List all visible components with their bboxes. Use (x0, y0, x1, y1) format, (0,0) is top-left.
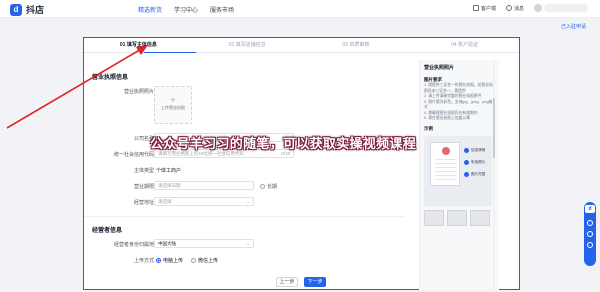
application-frame: 01 填写主体信息 02 填写店铺信息 03 资质审核 04 账户验证 营业执照… (83, 37, 520, 290)
help-line: 5. 需在营业执照上加盖公章 (424, 116, 470, 120)
progress-steps: 01 填写主体信息 02 填写店铺信息 03 资质审核 04 账户验证 (84, 38, 519, 52)
thumbnail (424, 209, 444, 226)
upload-method-label: 上传方式 (133, 258, 154, 264)
help-panel: 营业执照照片 图片要求 1. 需提供三证合一的营业执照，若营业执照尚未三证合一，… (419, 60, 499, 290)
top-icon[interactable] (587, 242, 593, 248)
nav-link-new-goods[interactable]: 精选新货 (138, 5, 162, 14)
brand-name: 抖店 (26, 5, 45, 15)
rail-logo-icon[interactable]: d (585, 205, 595, 213)
client-label: 客户端 (480, 5, 496, 12)
operator-location-select[interactable]: 中国大陆 ⌄ (154, 239, 254, 248)
section-operator-title: 经营者信息 (92, 228, 123, 234)
upload-method-wechat-label: 微信上传 (198, 258, 219, 264)
messages-link[interactable]: 消息 (505, 5, 524, 12)
seal-icon (442, 146, 450, 155)
section-license-title: 营业执照信息 (92, 75, 129, 81)
help-line: 1. 需提供三证合一的营业执照，若营业执照尚未三证合一，需提供 (424, 83, 493, 93)
help-sample-title: 示例 (424, 125, 433, 131)
dot-icon (464, 159, 469, 165)
upload-method-computer[interactable]: 电脑上传 (156, 257, 183, 264)
nav-link-service-market[interactable]: 服务市场 (210, 5, 234, 14)
step-2: 02 填写店铺信息 (228, 42, 266, 48)
bell-icon (505, 5, 512, 11)
license-sample (430, 141, 460, 186)
help-line: 3. 图片需为彩色，支持jpg、jpeg、png格式 (424, 99, 493, 110)
join-application-link[interactable]: 己入驻申请 (561, 23, 586, 30)
help-scrollbar-track[interactable] (493, 60, 495, 290)
license-term-label: 营业期限 (133, 184, 154, 190)
long-term-radio (260, 184, 265, 189)
license-text-lines (435, 158, 457, 183)
next-button[interactable]: 下一步 (304, 277, 326, 287)
license-photo-label: 营业执照照片 (123, 89, 154, 95)
radio-selected-icon (156, 258, 161, 263)
radio-icon (191, 258, 197, 263)
entity-type-value: 个体工商户 (156, 168, 182, 174)
step-1: 01 填写主体信息 (119, 42, 157, 48)
step-3: 03 资质审核 (342, 42, 370, 48)
business-address-select[interactable]: 请选择 ⌄ (154, 197, 254, 206)
upload-text: 上传营业执照 (161, 105, 185, 110)
nav-links: 精选新货 学习中心 服务市场 (138, 5, 234, 14)
brand[interactable]: d 抖店 (10, 3, 44, 16)
account-name-pill (544, 4, 588, 12)
thumbnail (447, 209, 467, 226)
upload-method-computer-label: 电脑上传 (163, 258, 184, 264)
section-divider (84, 216, 404, 217)
upload-method-group: 电脑上传 微信上传 (156, 257, 218, 264)
business-address-placeholder: 请选择 (158, 199, 172, 204)
dot-icon (464, 147, 469, 153)
legend-clear-label: 信息清晰 (471, 147, 486, 152)
prev-button[interactable]: 上一步 (276, 277, 298, 287)
chevron-down-icon: ⌄ (246, 199, 250, 204)
nav-link-learning[interactable]: 学习中心 (174, 5, 198, 14)
license-term-placeholder: 请选择日期 (158, 183, 181, 188)
sample-license-image: 信息清晰 彩色照片 图片完整 (424, 135, 492, 206)
step-track-active (144, 52, 196, 53)
business-address-label: 经营地址 (133, 200, 154, 206)
service-icon[interactable] (587, 220, 593, 226)
operator-location-value: 中国大陆 (158, 241, 176, 246)
upload-method-wechat[interactable]: 微信上传 (191, 257, 218, 264)
company-name-label: 公司名称 (133, 136, 154, 142)
legend-color-label: 彩色照片 (471, 159, 486, 164)
help-title: 营业执照照片 (424, 65, 455, 71)
monitor-icon (472, 5, 479, 11)
legend-color: 彩色照片 (464, 159, 486, 165)
license-term-field[interactable]: 请选择日期 (154, 181, 254, 190)
legend-complete: 图片完整 (464, 171, 486, 177)
brand-logo-icon: d (10, 3, 22, 16)
page: d 抖店 精选新货 学习中心 服务市场 客户端 消息 己入驻申请 01 填写主体… (0, 0, 600, 292)
operator-location-label: 经营者身份归属地 (113, 242, 154, 248)
license-upload[interactable]: + 上传营业执照 (154, 86, 192, 124)
nav-right: 客户端 消息 (472, 4, 588, 12)
feedback-icon[interactable] (587, 231, 593, 237)
thumbnail (470, 209, 490, 226)
plus-icon: + (170, 95, 176, 105)
sample-thumbnails (424, 209, 495, 226)
credit-code-label: 统一社会信用代码 (113, 152, 154, 158)
top-nav: d 抖店 精选新货 学习中心 服务市场 客户端 消息 (0, 0, 600, 18)
long-term-option[interactable]: 长期 (260, 183, 277, 190)
legend-clear: 信息清晰 (464, 147, 486, 153)
legend-complete-label: 图片完整 (471, 171, 486, 176)
account-menu[interactable] (534, 4, 588, 12)
avatar (534, 4, 542, 12)
long-term-label: 长期 (267, 184, 278, 190)
client-link[interactable]: 客户端 (472, 5, 496, 12)
chevron-down-icon: ⌄ (246, 241, 250, 246)
watermark-text: 公众号羊习习的随笔，可以获取实操视频课程 (150, 136, 417, 151)
step-4: 04 账户验证 (451, 42, 479, 48)
entity-type-label: 主体类型 (133, 168, 154, 174)
help-scrollbar-thumb[interactable] (493, 98, 495, 158)
messages-label: 消息 (513, 5, 524, 12)
dot-icon (464, 171, 469, 177)
